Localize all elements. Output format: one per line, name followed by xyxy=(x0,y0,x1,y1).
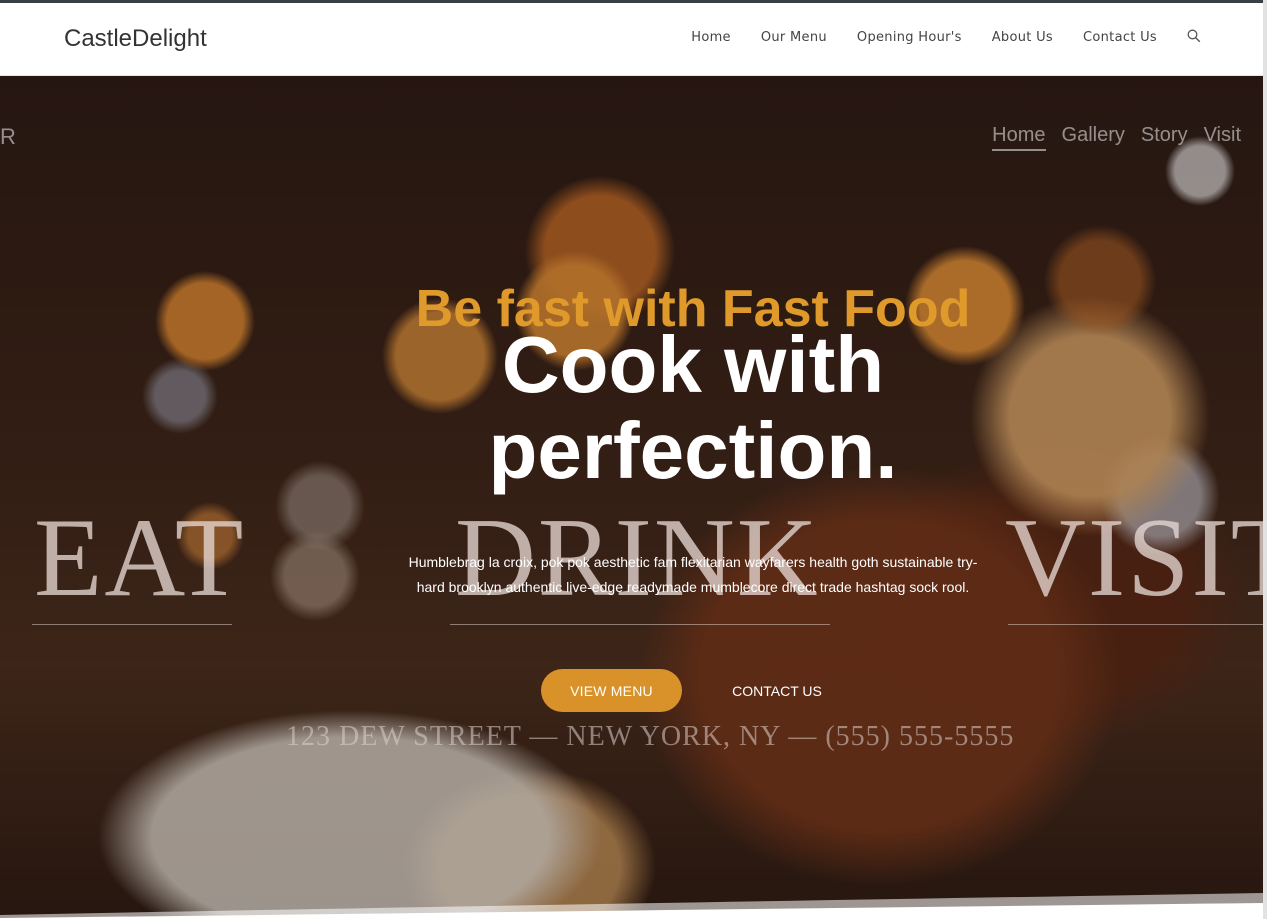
hero-bottom-wave xyxy=(0,893,1263,919)
view-menu-button[interactable]: VIEW MENU xyxy=(541,669,682,712)
hero-headline-line2: perfection. xyxy=(488,406,898,495)
search-icon[interactable] xyxy=(1187,29,1203,45)
hero-section: R HomeGalleryStoryVisit EAT DRINK VISIT … xyxy=(0,76,1263,919)
nav-home[interactable]: Home xyxy=(691,30,731,45)
nav-about-us[interactable]: About Us xyxy=(992,30,1053,45)
nav-opening-hours[interactable]: Opening Hour's xyxy=(857,30,962,45)
brand-logo[interactable]: CastleDelight xyxy=(64,25,207,53)
hero-content: Be fast with Fast Food Cook with perfect… xyxy=(0,76,1263,919)
scrollbar[interactable] xyxy=(1263,0,1267,919)
hero-headline-line1: Cook with xyxy=(501,320,885,409)
main-nav: Home Our Menu Opening Hour's About Us Co… xyxy=(661,29,1203,45)
hero-headline: Cook with perfection. xyxy=(0,322,1263,494)
contact-us-button[interactable]: CONTACT US xyxy=(716,669,838,712)
nav-contact-us[interactable]: Contact Us xyxy=(1083,30,1157,45)
site-header: CastleDelight Home Our Menu Opening Hour… xyxy=(0,3,1263,76)
nav-our-menu[interactable]: Our Menu xyxy=(761,30,827,45)
hero-description: Humblebrag la croix, pok pok aesthetic f… xyxy=(408,554,978,595)
